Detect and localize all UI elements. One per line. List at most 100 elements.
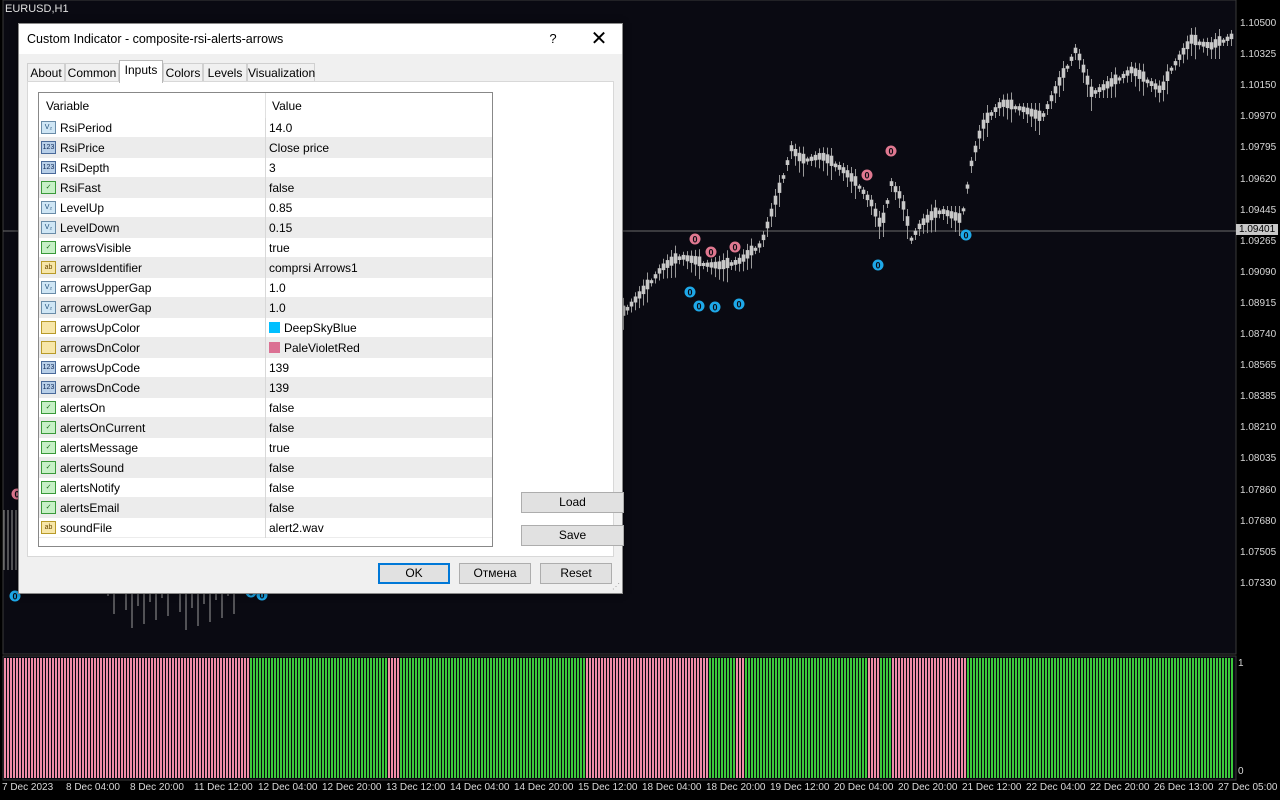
variable-value[interactable]: DeepSkyBlue (269, 321, 357, 335)
svg-text:0: 0 (12, 592, 17, 602)
time-tick-label: 18 Dec 04:00 (642, 782, 702, 793)
variable-value[interactable]: 0.85 (269, 201, 292, 215)
svg-text:0: 0 (736, 300, 741, 310)
input-row-levelup[interactable]: V₂ LevelUp 0.85 (39, 198, 492, 218)
variable-name: RsiFast (60, 181, 101, 195)
save-button[interactable]: Save (521, 525, 624, 546)
variable-value[interactable]: false (269, 481, 294, 495)
ok-button[interactable]: OK (378, 563, 450, 584)
variable-value[interactable]: true (269, 441, 290, 455)
svg-text:0: 0 (708, 248, 713, 258)
input-row-leveldown[interactable]: V₂ LevelDown 0.15 (39, 218, 492, 238)
reset-button[interactable]: Reset (540, 563, 612, 584)
variable-value[interactable]: false (269, 181, 294, 195)
tab-levels[interactable]: Levels (203, 63, 247, 82)
input-row-alertsmessage[interactable]: ✓ alertsMessage true (39, 438, 492, 458)
input-row-alertsoncurrent[interactable]: ✓ alertsOnCurrent false (39, 418, 492, 438)
input-row-arrowsupcode[interactable]: 123 arrowsUpCode 139 (39, 358, 492, 378)
input-row-rsifast[interactable]: ✓ RsiFast false (39, 178, 492, 198)
color-swatch (269, 322, 280, 333)
input-row-alertssound[interactable]: ✓ alertsSound false (39, 458, 492, 478)
variable-value[interactable]: 0.15 (269, 221, 292, 235)
variable-value[interactable]: 1.0 (269, 281, 286, 295)
variable-value[interactable]: false (269, 421, 294, 435)
variable-value[interactable]: 3 (269, 161, 276, 175)
price-tick-label: 1.10325 (1240, 49, 1277, 61)
variable-value[interactable]: 139 (269, 361, 289, 375)
price-tick-label: 1.08210 (1240, 422, 1277, 434)
input-row-arrowsdncode[interactable]: 123 arrowsDnCode 139 (39, 378, 492, 398)
input-row-rsidepth[interactable]: 123 RsiDepth 3 (39, 158, 492, 178)
variable-value[interactable]: true (269, 241, 290, 255)
int-type-icon: 123 (41, 141, 56, 154)
svg-text:0: 0 (732, 243, 737, 253)
column-header-variable[interactable]: Variable (46, 99, 89, 113)
bool-type-icon: ✓ (41, 421, 56, 434)
variable-name: alertsMessage (60, 441, 139, 455)
tab-visualization[interactable]: Visualization (247, 63, 315, 82)
int-type-icon: 123 (41, 361, 56, 374)
price-tick-label: 1.07860 (1240, 484, 1277, 496)
column-header-value[interactable]: Value (272, 99, 302, 113)
variable-value[interactable]: false (269, 401, 294, 415)
time-tick-label: 20 Dec 04:00 (834, 782, 894, 793)
input-row-alertsemail[interactable]: ✓ alertsEmail false (39, 498, 492, 518)
price-tick-label: 1.07330 (1240, 577, 1277, 589)
input-row-arrowsdncolor[interactable]: arrowsDnColor PaleVioletRed (39, 338, 492, 358)
input-row-soundfile[interactable]: ab soundFile alert2.wav (39, 518, 492, 538)
price-tick-label: 1.09795 (1240, 142, 1277, 154)
variable-value[interactable]: 14.0 (269, 121, 292, 135)
variable-name: alertsSound (60, 461, 125, 475)
input-row-arrowsidentifier[interactable]: ab arrowsIdentifier comprsi Arrows1 (39, 258, 492, 278)
time-tick-label: 26 Dec 13:00 (1154, 782, 1214, 793)
bool-type-icon: ✓ (41, 401, 56, 414)
input-row-alertsnotify[interactable]: ✓ alertsNotify false (39, 478, 492, 498)
grid-header: Variable Value (39, 93, 492, 118)
col-type-icon (41, 341, 56, 354)
variable-name: arrowsUpColor (60, 321, 141, 335)
time-tick-label: 7 Dec 2023 (2, 782, 54, 793)
load-button[interactable]: Load (521, 492, 624, 513)
variable-value[interactable]: false (269, 461, 294, 475)
input-row-alertson[interactable]: ✓ alertsOn false (39, 398, 492, 418)
input-row-arrowsuppergap[interactable]: V₂ arrowsUpperGap 1.0 (39, 278, 492, 298)
input-row-arrowslowergap[interactable]: V₂ arrowsLowerGap 1.0 (39, 298, 492, 318)
variable-name: alertsOnCurrent (60, 421, 146, 435)
variable-name: LevelDown (60, 221, 120, 235)
input-row-arrowsvisible[interactable]: ✓ arrowsVisible true (39, 238, 492, 258)
col-type-icon (41, 321, 56, 334)
variable-name: arrowsVisible (60, 241, 132, 255)
tab-common[interactable]: Common (65, 63, 119, 82)
variable-value[interactable]: Close price (269, 141, 329, 155)
color-swatch (269, 342, 280, 353)
input-row-rsiperiod[interactable]: V₂ RsiPeriod 14.0 (39, 118, 492, 138)
variable-value[interactable]: false (269, 501, 294, 515)
input-row-rsiprice[interactable]: 123 RsiPrice Close price (39, 138, 492, 158)
price-tick-label: 1.07505 (1240, 546, 1277, 558)
dialog-titlebar[interactable]: Custom Indicator - composite-rsi-alerts-… (19, 24, 622, 54)
variable-name: arrowsDnCode (60, 381, 141, 395)
bool-type-icon: ✓ (41, 501, 56, 514)
tab-inputs[interactable]: Inputs (119, 60, 163, 83)
close-button[interactable]: ✕ (582, 26, 616, 52)
price-tick-label: 1.09090 (1240, 266, 1277, 278)
variable-name: alertsOn (60, 401, 106, 415)
cancel-button[interactable]: Отмена (459, 563, 531, 584)
variable-value[interactable]: 139 (269, 381, 289, 395)
variable-value[interactable]: alert2.wav (269, 521, 324, 535)
variable-value[interactable]: PaleVioletRed (269, 341, 360, 355)
help-button[interactable]: ? (539, 28, 567, 50)
tab-about[interactable]: About (27, 63, 65, 82)
price-tick-label: 1.09445 (1240, 204, 1277, 216)
dialog-title: Custom Indicator - composite-rsi-alerts-… (27, 32, 284, 46)
price-tick-label: 1.08565 (1240, 360, 1277, 372)
resize-grip-icon[interactable]: ⋰ (612, 583, 620, 591)
variable-value[interactable]: 1.0 (269, 301, 286, 315)
input-row-arrowsupcolor[interactable]: arrowsUpColor DeepSkyBlue (39, 318, 492, 338)
tab-colors[interactable]: Colors (163, 63, 203, 82)
variable-name: soundFile (60, 521, 113, 535)
svg-text:0: 0 (875, 261, 880, 271)
int-type-icon: 123 (41, 381, 56, 394)
price-tick-label: 1.10500 (1240, 18, 1277, 29)
variable-value[interactable]: comprsi Arrows1 (269, 261, 358, 275)
